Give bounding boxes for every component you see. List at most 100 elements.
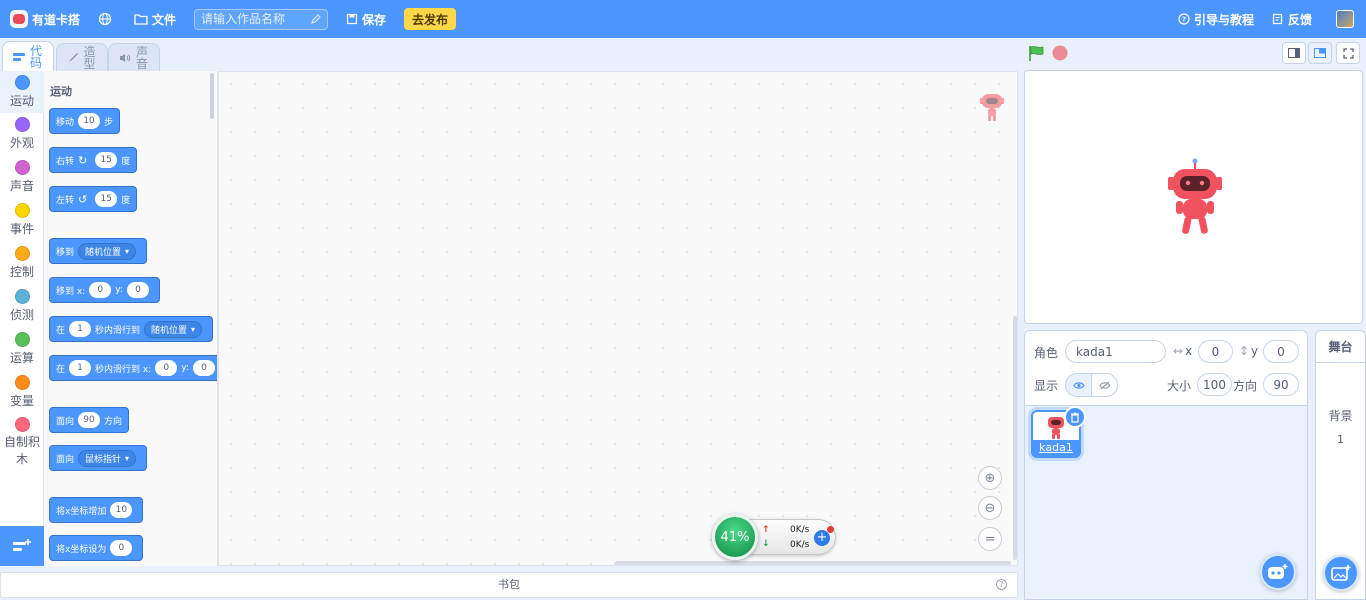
zoom-out-button[interactable]: ⊖ [978, 496, 1002, 520]
tab-code[interactable]: 代码 [2, 41, 54, 71]
zoom-in-button[interactable]: ⊕ [978, 466, 1002, 490]
block-input[interactable]: 0 [89, 282, 112, 298]
menu-right: ? 引导与教程 反馈 [1160, 10, 1366, 28]
block-text: 将x坐标增加 [56, 506, 107, 517]
block-input[interactable]: 0 [192, 360, 215, 376]
block-input[interactable]: 15 [95, 152, 118, 168]
backdrop-count: 1 [1337, 433, 1344, 446]
choose-sprite-button[interactable] [1260, 554, 1296, 590]
block-move-steps[interactable]: 移动 10 步 [49, 108, 121, 134]
show-label: 显示 [1034, 379, 1059, 393]
show-sprite-button[interactable] [1065, 373, 1092, 397]
small-stage-button[interactable] [1282, 42, 1306, 64]
block-input[interactable]: 1 [69, 321, 92, 337]
backpack-label: 书包 [498, 578, 520, 591]
category-motion[interactable]: 运动 [0, 71, 44, 113]
robot-add-icon [1268, 564, 1288, 579]
block-input[interactable]: 0 [110, 540, 133, 556]
category-operators[interactable]: 运算 [0, 332, 44, 366]
add-extension-button[interactable] [0, 526, 44, 566]
user-avatar[interactable] [1336, 10, 1354, 28]
size-input[interactable]: 100 [1197, 373, 1232, 396]
guide-button[interactable]: ? 引导与教程 [1178, 11, 1254, 28]
block-input[interactable]: 10 [110, 502, 133, 518]
upload-rate: 0K/s [790, 525, 810, 535]
block-goto[interactable]: 移到 随机位置 [49, 238, 148, 264]
block-set-x[interactable]: 将x坐标设为 0 [49, 535, 144, 561]
stop-icon[interactable] [1052, 45, 1068, 61]
feedback-icon [1272, 13, 1283, 25]
tab-costumes[interactable]: 造型 [56, 43, 108, 71]
category-dot [14, 203, 30, 218]
publish-button[interactable]: 去发布 [404, 8, 457, 30]
choose-backdrop-button[interactable] [1323, 555, 1359, 591]
block-dropdown[interactable]: 鼠标指针 [78, 449, 137, 467]
extension-icon [13, 539, 31, 551]
fullscreen-icon [1342, 47, 1354, 59]
help-icon[interactable]: ? [996, 579, 1007, 590]
feedback-button[interactable]: 反馈 [1272, 11, 1312, 28]
file-menu[interactable]: 文件 [134, 11, 176, 28]
hide-sprite-button[interactable] [1091, 373, 1118, 397]
app-logo[interactable]: 有道卡搭 [10, 10, 80, 28]
green-flag-icon[interactable] [1028, 45, 1046, 61]
block-text: 方向 [104, 416, 123, 427]
block-glide-xy[interactable]: 在 1 秒内滑行到 x: 0 y: 0 [49, 355, 217, 381]
normal-stage-button[interactable] [1308, 42, 1332, 64]
fullscreen-button[interactable] [1336, 42, 1360, 64]
speed-plus-button[interactable]: + [814, 526, 834, 546]
block-text: y: [115, 285, 123, 295]
save-label: 保存 [362, 12, 387, 27]
category-sound[interactable]: 声音 [0, 160, 44, 194]
block-turn-left[interactable]: 左转 ↺ 15 度 [49, 186, 138, 212]
block-dropdown[interactable]: 随机位置 [78, 242, 137, 260]
palette-scrollbar[interactable] [210, 73, 214, 119]
category-dot [14, 289, 30, 304]
workspace-horizontal-scrollbar[interactable] [615, 561, 1011, 565]
category-sensing[interactable]: 侦测 [0, 289, 44, 323]
block-input[interactable]: 0 [155, 360, 178, 376]
category-events[interactable]: 事件 [0, 203, 44, 237]
language-button[interactable] [98, 12, 116, 26]
y-input[interactable]: 0 [1263, 340, 1299, 363]
block-turn-right[interactable]: 右转 ↻ 15 度 [49, 147, 138, 173]
rotate-right-icon: ↻ [78, 153, 88, 167]
block-input[interactable]: 1 [69, 360, 92, 376]
x-input[interactable]: 0 [1198, 340, 1233, 363]
block-input[interactable]: 0 [126, 282, 149, 298]
block-text: 秒内滑行到 [95, 325, 141, 336]
project-title-input[interactable] [194, 8, 329, 30]
tab-sounds-label: 声音 [135, 44, 148, 71]
block-glide[interactable]: 在 1 秒内滑行到 随机位置 [49, 316, 214, 342]
file-menu-label: 文件 [152, 12, 177, 27]
category-variables[interactable]: 变量 [0, 375, 44, 409]
backpack-bar[interactable]: 书包 ? [0, 572, 1018, 598]
script-workspace[interactable]: ⊕ ⊖ = [218, 71, 1018, 566]
block-text: 在 [56, 364, 66, 375]
sprite-name-input[interactable]: kada1 [1065, 340, 1166, 363]
direction-input[interactable]: 90 [1263, 373, 1299, 396]
block-change-x[interactable]: 将x坐标增加 10 [49, 497, 144, 523]
sprite-kada-robot[interactable] [1167, 157, 1223, 239]
block-input[interactable]: 10 [78, 113, 101, 129]
category-looks[interactable]: 外观 [0, 117, 44, 151]
save-button[interactable]: 保存 [346, 11, 386, 28]
zoom-reset-button[interactable]: = [978, 527, 1002, 551]
block-goto-xy[interactable]: 移到 x: 0 y: 0 [49, 277, 160, 303]
stage-canvas[interactable] [1024, 70, 1363, 324]
block-point-towards[interactable]: 面向 鼠标指针 [49, 445, 148, 471]
block-input[interactable]: 90 [78, 412, 101, 428]
tab-sounds[interactable]: 声音 [108, 43, 160, 71]
category-my-blocks[interactable]: 自制积木 [0, 417, 44, 468]
workspace-vertical-scrollbar[interactable] [1013, 316, 1017, 560]
block-point-direction[interactable]: 面向 90 方向 [49, 407, 130, 433]
delete-sprite-button[interactable] [1064, 406, 1086, 428]
save-icon [346, 13, 358, 25]
sprite-label: 角色 [1034, 346, 1059, 360]
block-input[interactable]: 15 [95, 191, 118, 207]
block-dropdown[interactable]: 随机位置 [144, 320, 203, 338]
category-control[interactable]: 控制 [0, 246, 44, 280]
speed-gauge: 41% [712, 514, 758, 560]
stage-target-panel[interactable]: 舞台 背景 1 [1315, 330, 1366, 600]
x-label: x [1185, 344, 1193, 358]
